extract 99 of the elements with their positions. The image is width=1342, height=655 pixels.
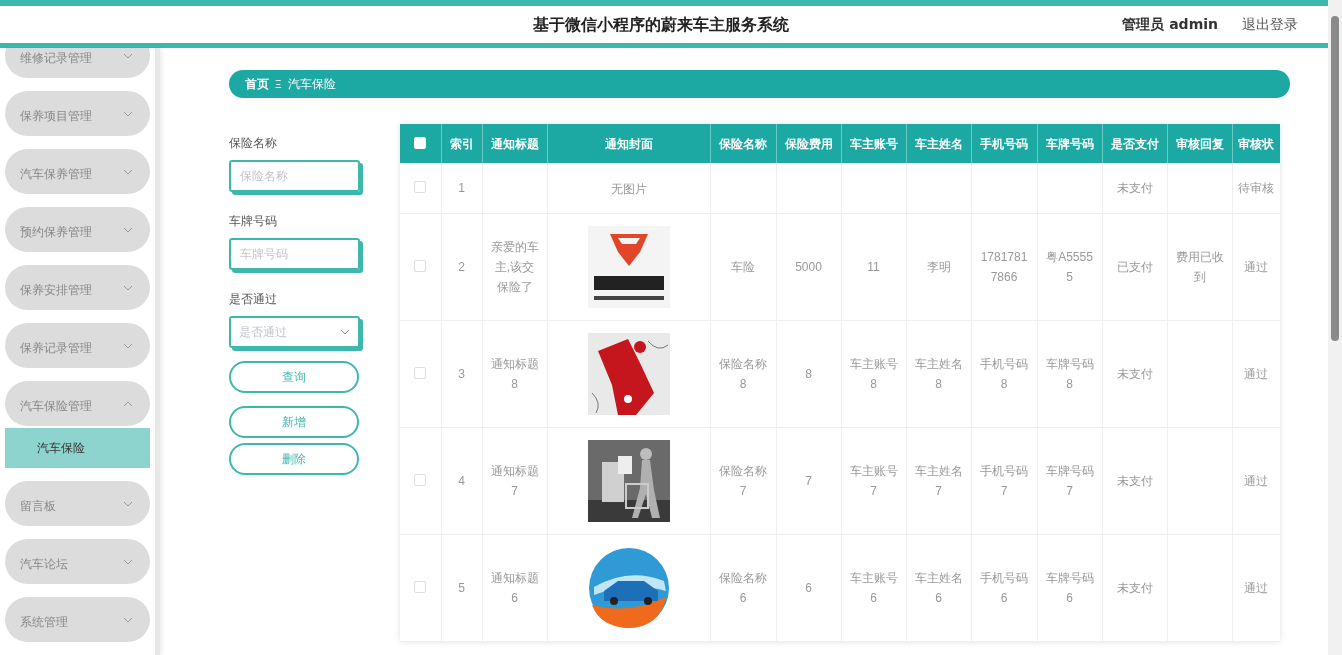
action-button[interactable]: 新增 bbox=[229, 406, 359, 438]
breadcrumb-current: 汽车保险 bbox=[287, 76, 336, 93]
table-cell-text: 5000 bbox=[794, 258, 823, 276]
checkbox[interactable] bbox=[414, 259, 427, 272]
checkbox[interactable] bbox=[414, 180, 427, 193]
table-cell-text: 手机号码7 bbox=[979, 462, 1029, 500]
table-cell-text: 车牌号码8 bbox=[1044, 355, 1095, 393]
chevron-down-icon bbox=[123, 342, 133, 349]
menu-item[interactable]: 预约保养管理 bbox=[5, 207, 150, 252]
select-field[interactable]: 是否通过 bbox=[229, 316, 360, 348]
table-cell-text: 保险名称7 bbox=[718, 462, 768, 500]
logout-link[interactable]: 退出登录 bbox=[1242, 14, 1298, 35]
table-cell-text: 通过 bbox=[1243, 258, 1269, 276]
table-cell-text: 7 bbox=[804, 472, 813, 490]
table-cell-text: 2 bbox=[457, 258, 466, 276]
column-header: 审核回复 bbox=[1167, 124, 1232, 163]
table-cell-text: 车险 bbox=[730, 258, 756, 276]
table-cell-text: 通过 bbox=[1243, 365, 1269, 383]
menu-item[interactable]: 保养项目管理 bbox=[5, 91, 150, 136]
input-field[interactable]: 车牌号码 bbox=[229, 238, 360, 270]
table-cell-text: 车主姓名6 bbox=[913, 569, 964, 607]
chevron-down-icon bbox=[123, 500, 133, 507]
table-cell-text: 5 bbox=[457, 579, 466, 597]
table-cell-text: 通知标题6 bbox=[489, 569, 540, 607]
table-cell-text: 通知标题8 bbox=[489, 355, 540, 393]
filter-label: 保险名称 bbox=[229, 135, 278, 152]
column-header: 手机号码 bbox=[971, 124, 1037, 163]
chevron-down-icon bbox=[123, 616, 133, 623]
table-cell-text: 6 bbox=[804, 579, 813, 597]
chevron-down-icon bbox=[123, 558, 133, 565]
table-cell-text: 保险名称6 bbox=[718, 569, 768, 607]
column-header: 保险费用 bbox=[776, 124, 841, 163]
menu-item[interactable]: 汽车保险管理 bbox=[5, 381, 150, 426]
chevron-down-icon bbox=[123, 110, 133, 117]
menu-item[interactable]: 保养记录管理 bbox=[5, 323, 150, 368]
chevron-down-icon bbox=[123, 52, 133, 59]
column-header: 通知封面 bbox=[547, 124, 710, 163]
menu-item[interactable]: 留言板 bbox=[5, 481, 150, 526]
action-button[interactable]: 查询 bbox=[229, 361, 359, 393]
menu-item[interactable]: 维修记录管理 bbox=[5, 48, 150, 78]
submenu-item[interactable]: 汽车保险 bbox=[5, 428, 150, 468]
chevron-down-icon bbox=[340, 329, 350, 335]
column-header: 车主姓名 bbox=[906, 124, 971, 163]
filter-label: 车牌号码 bbox=[229, 213, 278, 230]
table-cell-text: 8 bbox=[804, 365, 813, 383]
table-cell-text: 已支付 bbox=[1115, 258, 1154, 276]
page-title: 基于微信小程序的蔚来车主服务系统 bbox=[533, 14, 790, 35]
table-cell-text: 1 bbox=[457, 179, 466, 197]
column-header: 通知标题 bbox=[482, 124, 547, 163]
chevron-down-icon bbox=[123, 226, 133, 233]
input-field[interactable]: 保险名称 bbox=[229, 160, 360, 192]
table-cell-text: 车牌号码7 bbox=[1044, 462, 1095, 500]
menu-item[interactable]: 系统管理 bbox=[5, 597, 150, 642]
table-cell-text: 11 bbox=[866, 258, 881, 276]
menu-item[interactable]: 汽车保养管理 bbox=[5, 149, 150, 194]
column-header: 索引 bbox=[441, 124, 482, 163]
table-cell-text: 未支付 bbox=[1115, 179, 1154, 197]
table-cell-text: 未支付 bbox=[1115, 365, 1154, 383]
breadcrumb-home[interactable]: 首页 bbox=[245, 75, 269, 93]
table-cell-text: 李明 bbox=[925, 258, 952, 276]
checkbox[interactable] bbox=[414, 580, 427, 593]
table-cell-text: 通过 bbox=[1243, 472, 1269, 490]
table-cell-text: 3 bbox=[457, 365, 466, 383]
table-cell-text: 粤A55555 bbox=[1045, 248, 1094, 286]
table-cell-text: 通过 bbox=[1243, 579, 1269, 597]
table-cell-text: 手机号码6 bbox=[979, 569, 1029, 607]
action-button[interactable]: 删除 bbox=[229, 443, 359, 475]
chevron-down-icon bbox=[123, 168, 133, 175]
table-cell-text: 手机号码8 bbox=[979, 355, 1029, 393]
user-label: 管理员 admin bbox=[1122, 15, 1218, 34]
table-cell-text: 车主账号7 bbox=[848, 462, 899, 500]
column-header: 审核状 bbox=[1232, 124, 1280, 163]
checkbox[interactable] bbox=[414, 366, 427, 379]
column-header: 是否支付 bbox=[1102, 124, 1167, 163]
filter-label: 是否通过 bbox=[229, 291, 278, 308]
table-cell-text: 待审核 bbox=[1237, 179, 1275, 197]
table-cell-text: 车主账号6 bbox=[848, 569, 899, 607]
column-header: 车牌号码 bbox=[1037, 124, 1102, 163]
chevron-down-icon bbox=[123, 284, 133, 291]
table-cell: 无图片 bbox=[610, 181, 647, 196]
table-cell-text: 通知标题7 bbox=[489, 462, 540, 500]
table-cell-text: 费用已收到 bbox=[1174, 248, 1225, 286]
table-cell-text: 未支付 bbox=[1115, 579, 1154, 597]
table-cell-text: 车主姓名7 bbox=[913, 462, 964, 500]
column-header: 保险名称 bbox=[710, 124, 776, 163]
table-cell-text: 车牌号码6 bbox=[1044, 569, 1095, 607]
table-cell-text: 保险名称8 bbox=[718, 355, 768, 393]
breadcrumb-separator: Ξ bbox=[275, 77, 282, 92]
checkbox[interactable] bbox=[414, 473, 427, 486]
table-cell-text: 17817817866 bbox=[979, 248, 1029, 286]
menu-item[interactable]: 汽车论坛 bbox=[5, 539, 150, 584]
table-cell-text: 车主姓名8 bbox=[913, 355, 964, 393]
table-cell-text: 4 bbox=[457, 472, 466, 490]
table-cell-text: 未支付 bbox=[1115, 472, 1154, 490]
table-cell-text: 车主账号8 bbox=[848, 355, 899, 393]
column-header: 车主账号 bbox=[841, 124, 906, 163]
table-cell-text: 亲爱的车主,该交保险了 bbox=[489, 238, 540, 296]
menu-item[interactable]: 保养安排管理 bbox=[5, 265, 150, 310]
chevron-up-icon bbox=[123, 400, 133, 407]
